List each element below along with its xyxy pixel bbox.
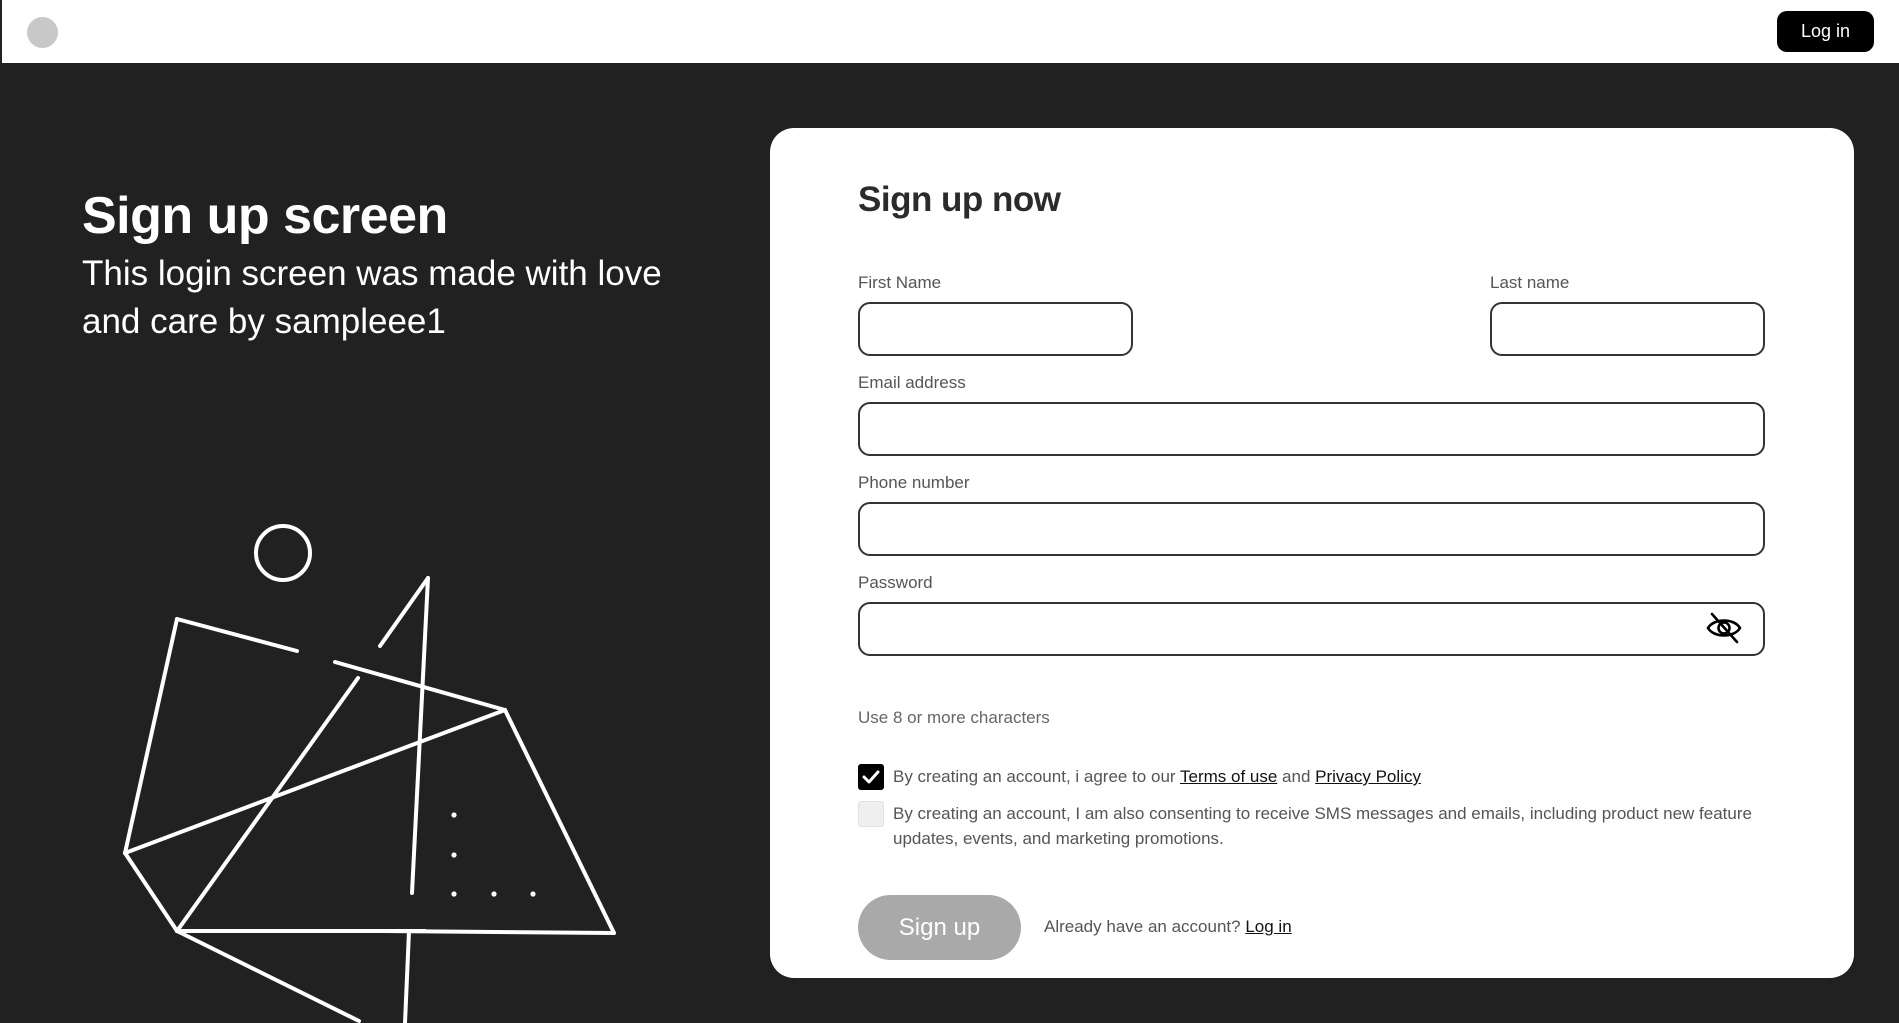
privacy-policy-link[interactable]: Privacy Policy bbox=[1315, 767, 1421, 786]
signup-button[interactable]: Sign up bbox=[858, 895, 1021, 960]
hero-title: Sign up screen bbox=[82, 187, 448, 245]
password-label: Password bbox=[858, 573, 933, 592]
marketing-checkbox[interactable] bbox=[858, 801, 884, 827]
password-field[interactable] bbox=[858, 602, 1765, 656]
first-name-field[interactable] bbox=[858, 302, 1133, 356]
top-bar: Log in bbox=[0, 0, 1899, 63]
hero-panel: Sign up screen This login screen was mad… bbox=[0, 63, 770, 1023]
phone-label: Phone number bbox=[858, 473, 970, 492]
last-name-label: Last name bbox=[1490, 273, 1570, 292]
terms-prefix: By creating an account, i agree to our bbox=[893, 767, 1176, 786]
last-name-field[interactable] bbox=[1490, 302, 1765, 356]
terms-text: By creating an account, i agree to our T… bbox=[893, 764, 1421, 789]
email-label: Email address bbox=[858, 373, 966, 392]
geometric-illustration bbox=[123, 524, 616, 1023]
logo-icon[interactable] bbox=[27, 17, 58, 48]
hero-subtitle: This login screen was made with love and… bbox=[82, 254, 662, 341]
login-link[interactable]: Log in bbox=[1245, 917, 1291, 936]
marketing-consent-text: By creating an account, I am also consen… bbox=[893, 804, 1752, 848]
terms-of-use-link[interactable]: Terms of use bbox=[1180, 767, 1277, 786]
phone-field[interactable] bbox=[858, 502, 1765, 556]
form-title: Sign up now bbox=[858, 180, 1061, 219]
first-name-label: First Name bbox=[858, 273, 942, 292]
email-field[interactable] bbox=[858, 402, 1765, 456]
password-hint: Use 8 or more characters bbox=[858, 708, 1050, 727]
eye-slash-icon[interactable] bbox=[1705, 611, 1743, 645]
checkmark-icon bbox=[862, 770, 880, 784]
login-prompt-text: Already have an account? bbox=[1044, 917, 1241, 936]
terms-checkbox[interactable] bbox=[858, 764, 884, 790]
login-prompt: Already have an account? Log in bbox=[1044, 917, 1292, 937]
header-login-button[interactable]: Log in bbox=[1777, 11, 1874, 52]
terms-and: and bbox=[1282, 767, 1311, 786]
signup-card: Sign up now First Name Last name Email a… bbox=[770, 128, 1854, 978]
